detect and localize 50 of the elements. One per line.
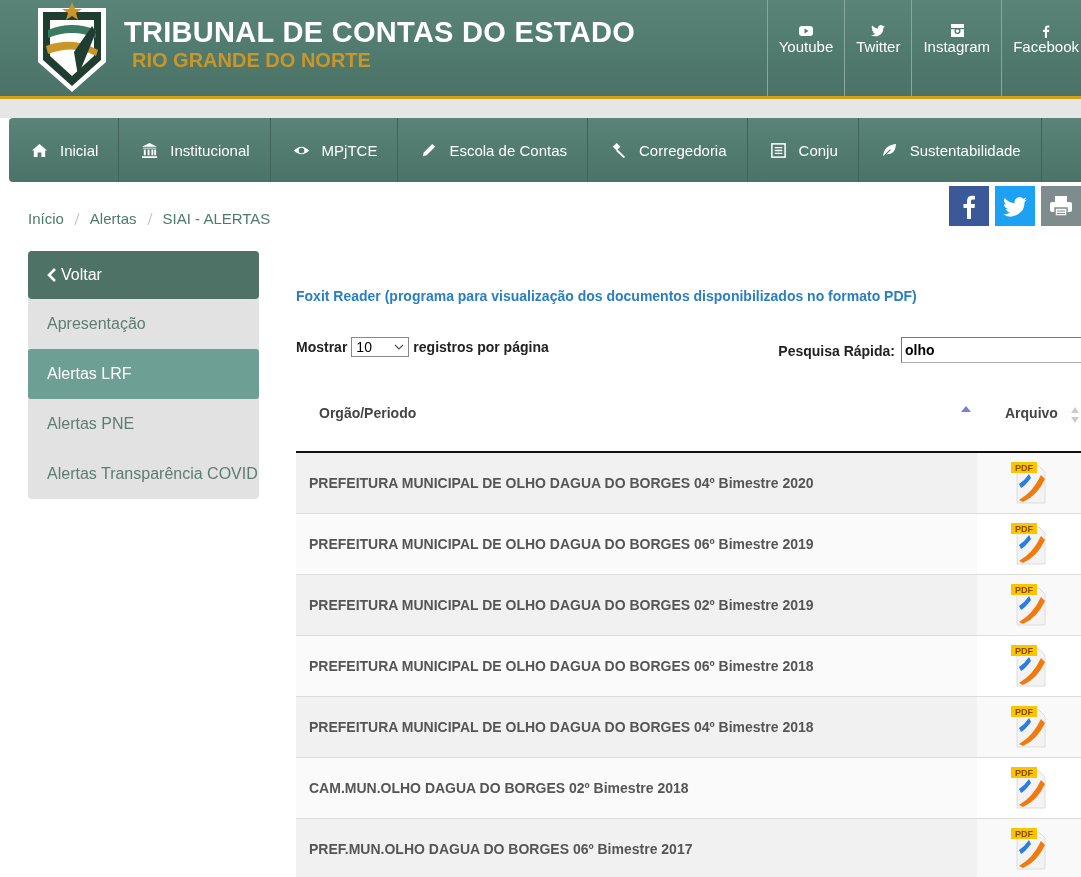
show-label: Mostrar [296,339,348,355]
breadcrumb-current: SIAI - ALERTAS [162,210,271,229]
search-field[interactable]: olho [901,337,1081,363]
camera-icon [948,23,965,38]
bank-icon [141,141,159,159]
table-cell: PREFEITURA MUNICIPAL DE OLHO DAGUA DO BORGES 06º Bimestre 2019 [296,513,977,575]
table-cell: PREFEITURA MUNICIPAL DE OLHO DAGUA DO BORGES 02º Bimestre 2019 [296,574,977,636]
nav-item[interactable]: Escola de Contas [398,118,588,182]
table-cell: PREFEITURA MUNICIPAL DE OLHO DAGUA DO BORGES 04º Bimestre 2018 [296,696,977,758]
bird-icon [870,23,887,38]
table-cell: PREF.MUN.OLHO DAGUA DO BORGES 06º Bimestre 2017 [296,818,977,877]
leaf-icon [880,141,898,159]
social-link[interactable]: Youtube [767,0,846,96]
play-icon [797,23,814,38]
share-button[interactable] [1041,186,1081,226]
social-link[interactable]: Twitter [845,0,913,96]
sidebar-item[interactable]: Alertas LRF [28,349,259,399]
pencil-icon [420,141,438,159]
page-size-select[interactable]: 10 [351,337,410,357]
list-icon [769,141,787,159]
site-title: TRIBUNAL DE CONTAS DO ESTADO [124,16,636,49]
social-link[interactable]: Facebook [1002,0,1081,96]
sidebar-item[interactable]: Alertas Transparência COVID [28,449,259,499]
table-cell: PREFEITURA MUNICIPAL DE OLHO DAGUA DO BORGES 06º Bimestre 2018 [296,635,977,697]
table-cell: CAM.MUN.OLHO DAGUA DO BORGES 02º Bimestre 2018 [296,757,977,819]
back-button[interactable]: Voltar [28,251,259,299]
foxit-link[interactable]: Foxit Reader (programa para visualização dos documentos disponibilizados no formato PDF) [296,288,917,304]
nav-item[interactable]: Sustentabilidade [858,118,1042,182]
slash-icon [146,212,153,226]
per-page-label: registros por página [413,339,549,355]
site-subtitle: RIO GRANDE DO NORTE [132,49,372,72]
share-button[interactable] [949,186,989,226]
nav-item[interactable]: Corregedoria [588,118,748,182]
nav-item[interactable]: MPjTCE [270,118,399,182]
share-button[interactable] [995,186,1035,226]
chevron-down-icon [394,343,405,351]
search-label: Pesquisa Rápida: [778,343,895,359]
nav-item[interactable]: Conju [747,118,859,182]
house-icon [31,141,48,159]
chevron-left-icon [47,268,57,282]
breadcrumb-link[interactable]: Alertas [89,210,137,251]
sidebar-item[interactable]: Apresentação [28,299,259,349]
nav-item[interactable]: Institucional [119,118,271,182]
breadcrumb-link[interactable]: Início [28,210,64,251]
hammer-icon [610,141,627,159]
social-link[interactable]: Instagram [912,0,1003,96]
nav-item[interactable]: Inicial [9,118,120,182]
sidebar-item[interactable]: Alertas PNE [28,399,259,449]
slash-icon [73,212,80,226]
table-cell: PREFEITURA MUNICIPAL DE OLHO DAGUA DO BORGES 04º Bimestre 2020 [296,452,977,514]
